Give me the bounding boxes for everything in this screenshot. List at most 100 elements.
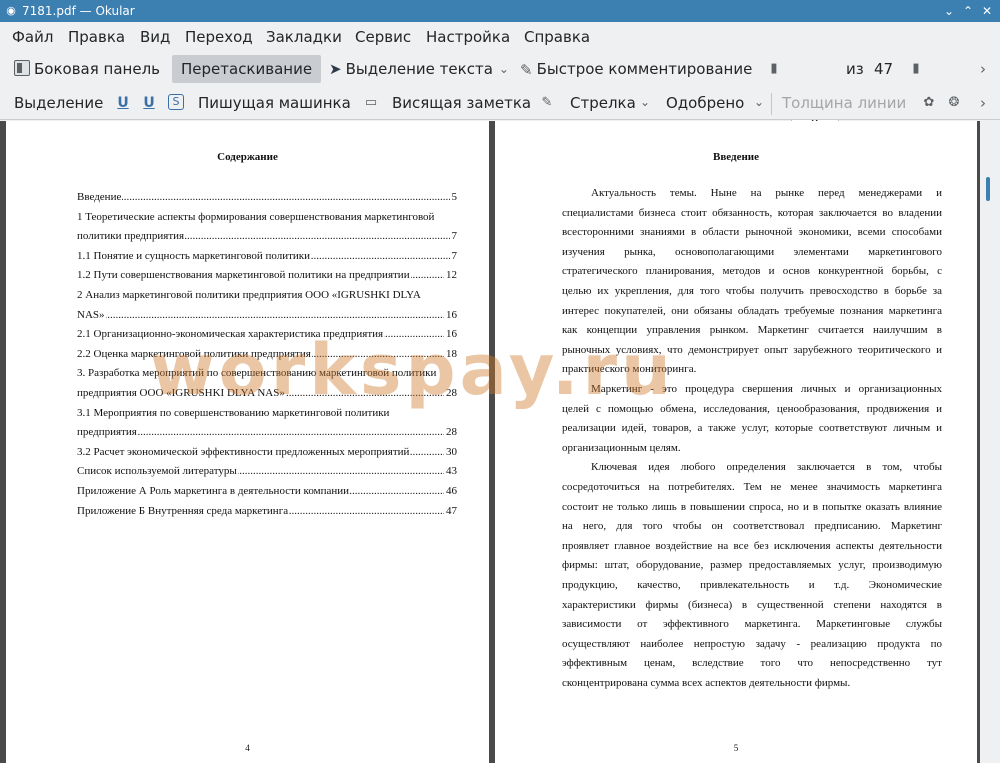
page-title: Содержание <box>217 151 278 163</box>
body-text-line: на него, для того чтобы он соответствова… <box>562 520 942 532</box>
previous-page-icon[interactable]: ▮ <box>767 61 781 77</box>
toolbar-separator <box>771 93 772 115</box>
color-icon[interactable]: ✿ <box>922 95 936 111</box>
toc-entry[interactable]: 2 Анализ маркетинговой политики предприя… <box>77 287 457 303</box>
toc-entry-page: 12 <box>444 267 457 283</box>
menu-go[interactable]: Переход <box>185 27 253 47</box>
toc-entry-title: 2.1 Организационно-экономическая характе… <box>77 326 385 342</box>
menu-bar: Файл Правка Вид Переход Закладки Сервис … <box>0 22 1000 52</box>
toc-entry-title: NAS» <box>77 307 106 323</box>
scrollbar-handle[interactable] <box>986 177 990 201</box>
toc-entry-page: 16 <box>444 307 457 323</box>
toc-entry-title: предприятия <box>77 424 138 440</box>
toc-dot-leader: ........................................… <box>77 309 457 321</box>
quick-annotations-button[interactable]: ✎ Быстрое комментирование <box>518 55 754 83</box>
toc-entry[interactable]: ........................................… <box>77 248 457 264</box>
toc-entry-page: 7 <box>449 228 457 244</box>
body-text-line: Маркетинг - это процедура свершения личн… <box>591 383 942 395</box>
vertical-scrollbar[interactable] <box>980 121 1000 763</box>
page-number: 5 <box>733 743 739 753</box>
menu-help[interactable]: Справка <box>524 27 590 47</box>
chevron-down-icon[interactable]: ⌄ <box>754 88 764 116</box>
opacity-icon[interactable]: ❂ <box>947 95 961 111</box>
text-selection-button[interactable]: ➤ Выделение текста ⌄ <box>327 55 511 83</box>
toc-entry-title: 3.2 Расчет экономической эффективности п… <box>77 444 411 460</box>
toc-entry-title: 2.2 Оценка маркетинговой политики предпр… <box>77 346 312 362</box>
squiggle-icon[interactable]: U <box>142 94 156 112</box>
body-text-line: интерес покупателей, они обязаны обладат… <box>562 305 942 317</box>
toc-entry[interactable]: 1 Теоретические аспекты формирования сов… <box>77 209 457 225</box>
chevron-down-icon[interactable]: ⌄ <box>640 88 650 116</box>
body-text-line: рыночных условиях, что демонстрирует опы… <box>562 344 942 356</box>
toc-entry[interactable]: 3. Разработка мероприятий по совершенств… <box>77 365 457 381</box>
toc-entry[interactable]: ........................................… <box>77 503 457 519</box>
pen-icon[interactable]: ✎ <box>540 95 554 111</box>
toc-entry[interactable]: ........................................… <box>77 267 457 283</box>
body-text-line: Ключевая идея любого определения заключа… <box>591 461 942 473</box>
close-icon[interactable]: ✕ <box>979 3 995 19</box>
body-text-line: целей с помощью обмена, исследования, це… <box>562 403 942 415</box>
body-text-line: продукцию, качество, привлекательность и… <box>562 579 942 591</box>
body-text-line: осуществляют наиболее непростую задачу -… <box>562 638 942 650</box>
text-selection-label: Выделение текста <box>345 60 493 78</box>
sidebar-button[interactable]: Боковая панель <box>12 55 162 83</box>
toc-entry-title: Приложение А Роль маркетинга в деятельно… <box>77 483 351 499</box>
note-icon[interactable]: ▭ <box>364 95 378 111</box>
body-text-line: специалистами бизнеса стоит обязанность,… <box>562 207 942 219</box>
body-text-line: как концепции управления рынком. Маркети… <box>562 324 942 336</box>
menu-tools[interactable]: Сервис <box>355 27 411 47</box>
typewriter-tool-button[interactable]: Пишущая машинка <box>198 89 351 117</box>
toc-entry-page: 47 <box>444 503 457 519</box>
menu-settings[interactable]: Настройка <box>426 27 510 47</box>
strikeout-icon[interactable]: S <box>168 94 184 110</box>
toc-entry-page: 43 <box>444 463 457 479</box>
body-text-line: сосредоточиться на потребителях. Тем не … <box>562 481 942 493</box>
page-title: Введение <box>712 151 760 163</box>
minimize-icon[interactable]: ⌄ <box>941 3 957 19</box>
toc-entry[interactable]: ........................................… <box>77 483 457 499</box>
body-text-line: практического мониторинга. <box>562 363 697 375</box>
maximize-icon[interactable]: ⌃ <box>960 3 976 19</box>
toc-entry[interactable]: 3.1 Мероприятия по совершенствованию мар… <box>77 405 457 421</box>
main-toolbar: Боковая панель Перетаскивание ➤ Выделение… <box>0 52 1000 136</box>
title-bar[interactable]: ◉ 7181.pdf — Okular ⌄ ⌃ ✕ <box>0 0 1000 22</box>
toc-entry[interactable]: ........................................… <box>77 424 457 440</box>
body-text-line: целью их укрепления, для того чтобы полу… <box>562 285 942 297</box>
toc-entry[interactable]: ........................................… <box>77 444 457 460</box>
body-text-line: стратегического планирования, методов и … <box>562 265 942 277</box>
menu-file[interactable]: Файл <box>12 27 53 47</box>
toolbar-overflow-icon[interactable]: › <box>980 89 986 117</box>
highlight-tool-button[interactable]: Выделение <box>14 89 103 117</box>
toc-entry[interactable]: ........................................… <box>77 385 457 401</box>
line-width-selector[interactable]: Толщина линии <box>782 89 906 117</box>
body-text-line: сконцентрирована сумма всех аспектов дея… <box>562 677 851 689</box>
browse-tool-button[interactable]: Перетаскивание <box>172 55 322 83</box>
menu-edit[interactable]: Правка <box>68 27 125 47</box>
popup-note-tool-button[interactable]: Висящая заметка <box>392 89 531 117</box>
menu-view[interactable]: Вид <box>140 27 170 47</box>
next-page-icon[interactable]: ▮ <box>909 61 923 77</box>
stamp-tool-button[interactable]: Одобрено <box>666 89 744 117</box>
total-pages: 47 <box>874 60 894 78</box>
arrow-tool-button[interactable]: Стрелка <box>570 89 636 117</box>
toc-entry[interactable]: ........................................… <box>77 463 457 479</box>
toc-entry-page: 7 <box>449 248 457 264</box>
toolbar-overflow-icon[interactable]: › <box>980 55 986 83</box>
body-text-line: всесторонними знаниями в области рыночно… <box>562 226 942 238</box>
sidebar-label: Боковая панель <box>34 60 160 78</box>
body-text-line: состоит не только лишь в повышении спрос… <box>562 501 942 513</box>
menu-bookmarks[interactable]: Закладки <box>266 27 342 47</box>
toc-entry[interactable]: ........................................… <box>77 326 457 342</box>
window-title: 7181.pdf — Okular <box>22 4 135 18</box>
underline-icon[interactable]: U <box>116 94 130 112</box>
body-text-line: зависимости от эффективного маркетинга. … <box>562 618 942 630</box>
toc-entry-title: политики предприятия <box>77 228 186 244</box>
okular-window: ◉ 7181.pdf — Okular ⌄ ⌃ ✕ Файл Правка Ви… <box>0 0 1000 763</box>
chevron-down-icon[interactable]: ⌄ <box>499 62 509 76</box>
toc-entry-title: Список используемой литературы <box>77 463 238 479</box>
toc-entry[interactable]: ........................................… <box>77 189 457 205</box>
toc-entry[interactable]: ........................................… <box>77 307 457 323</box>
toc-entry[interactable]: ........................................… <box>77 346 457 362</box>
body-text-line: реализации идей, товаров, а также услуг,… <box>562 422 942 434</box>
toc-entry[interactable]: ........................................… <box>77 228 457 244</box>
